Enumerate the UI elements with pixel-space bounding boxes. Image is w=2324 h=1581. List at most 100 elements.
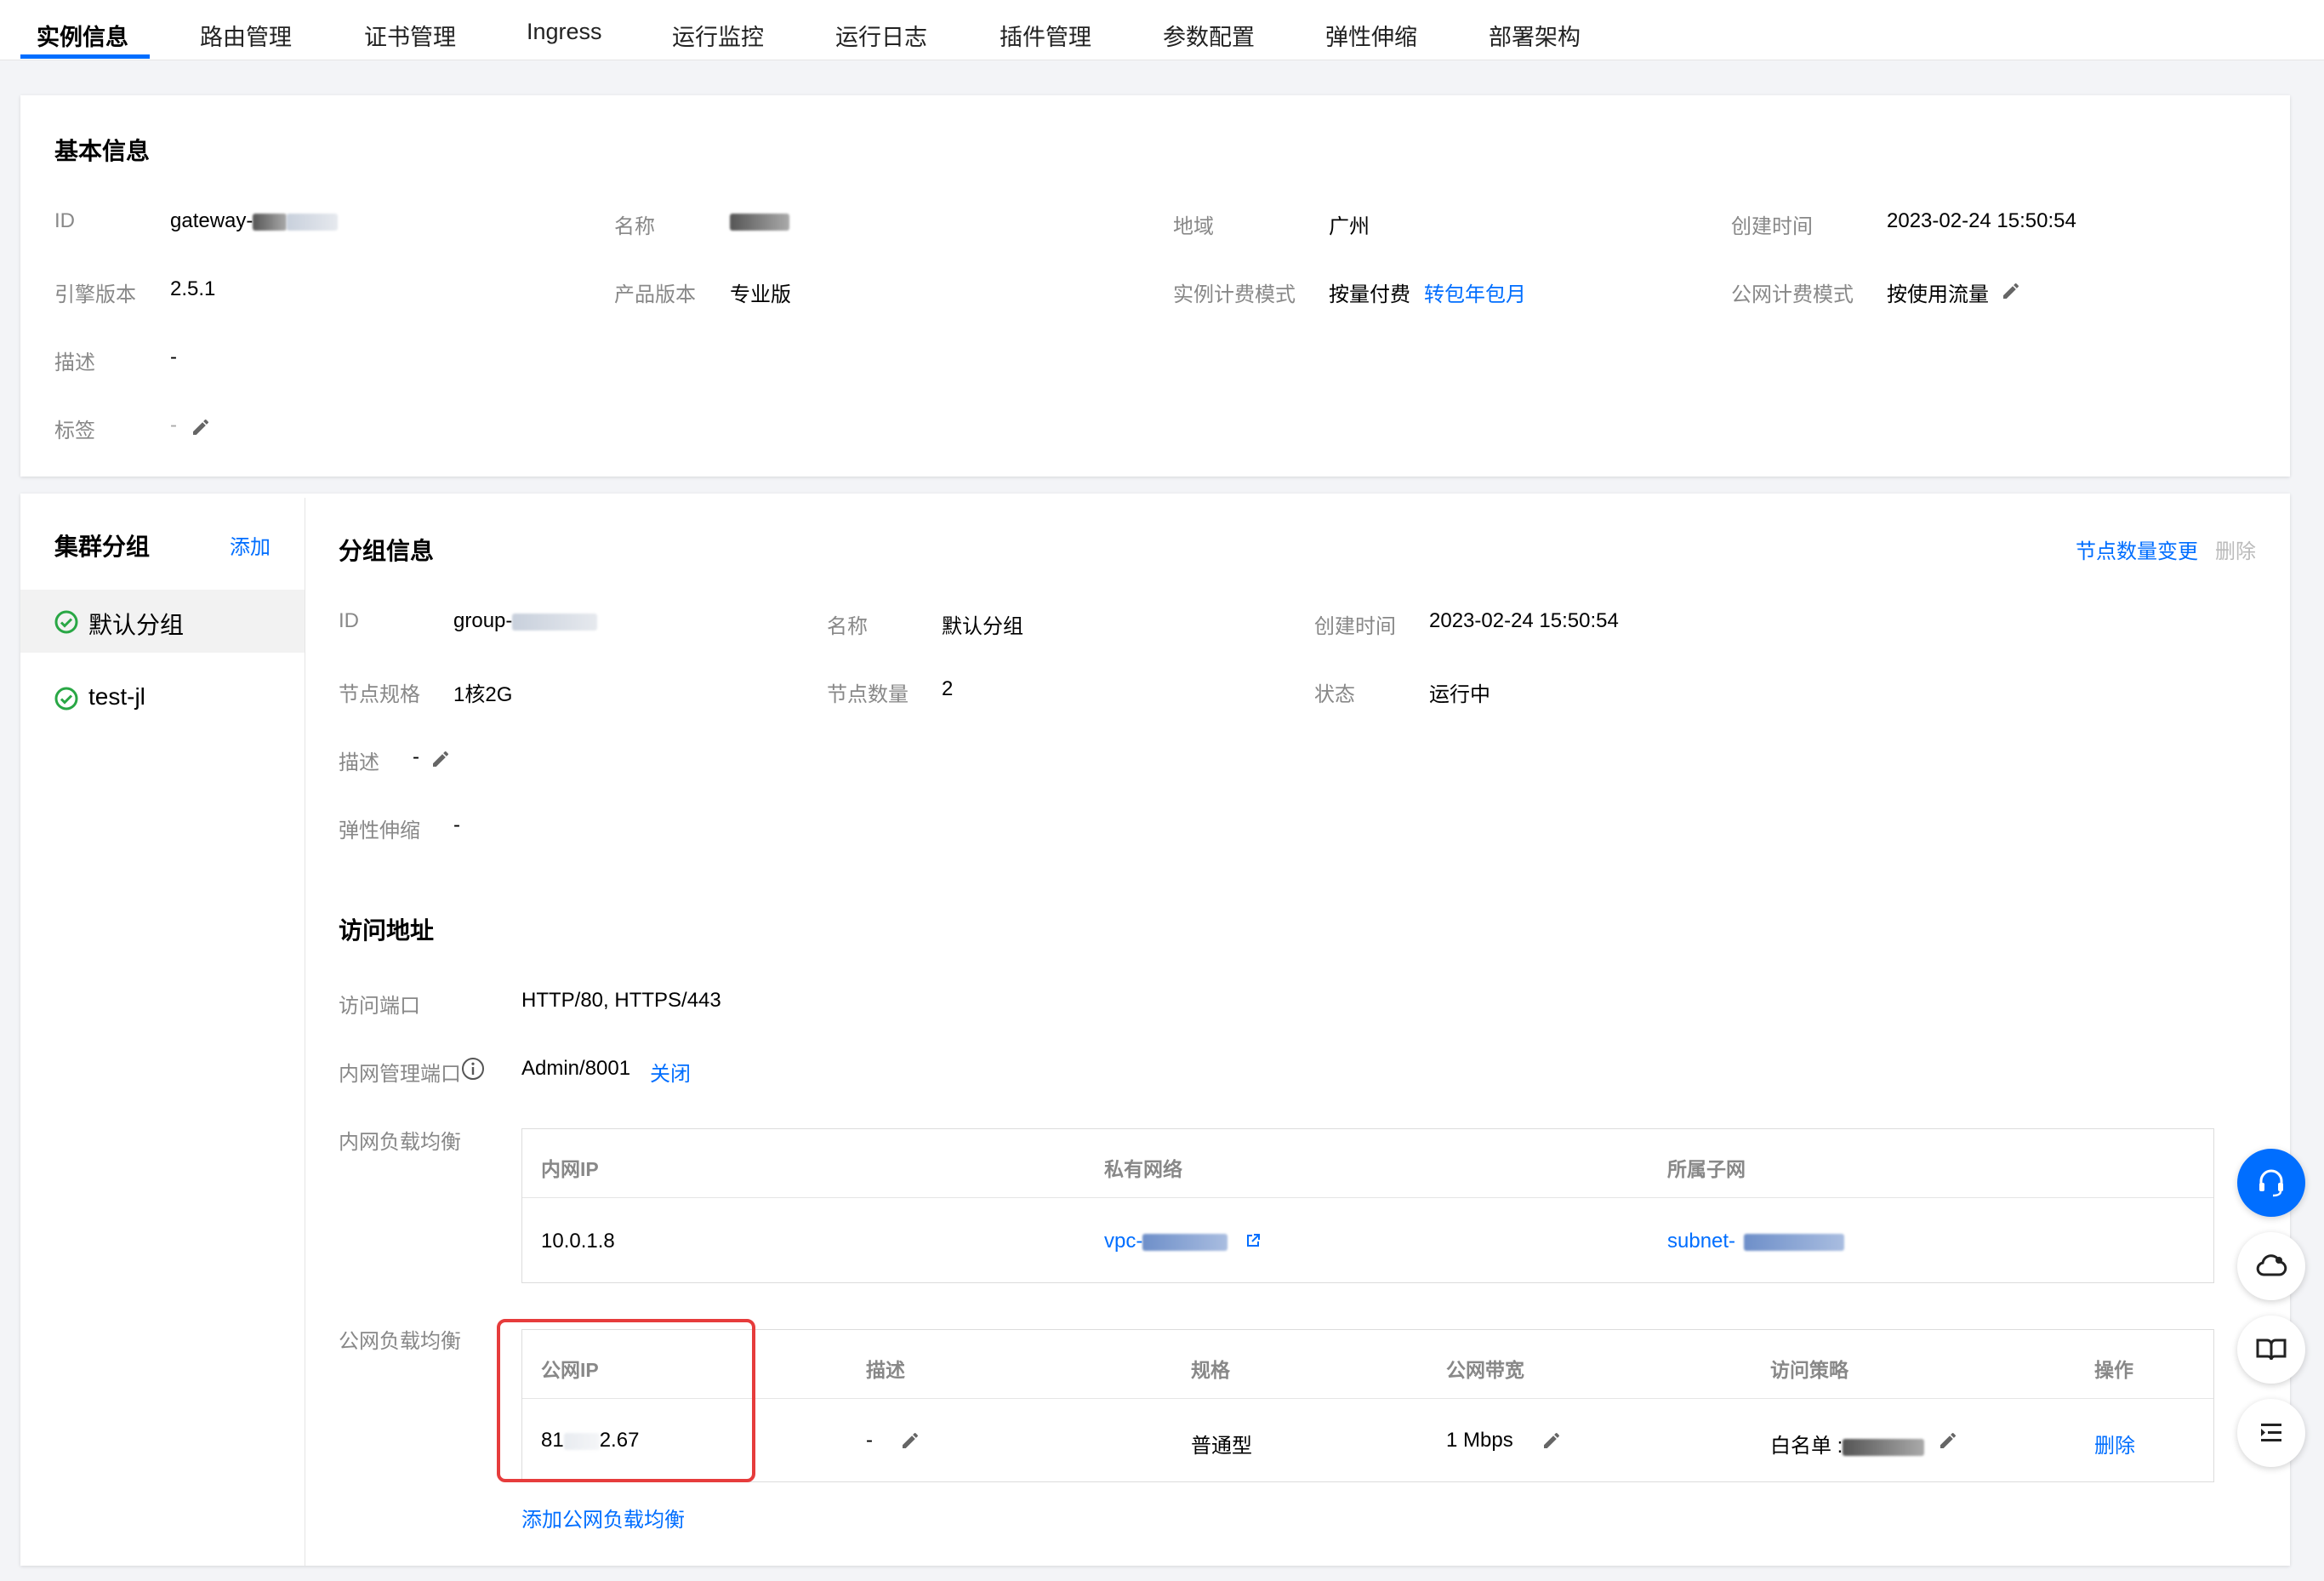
add-group-link[interactable]: 添加	[230, 530, 271, 560]
vpc-link[interactable]: vpc-	[1104, 1230, 1228, 1253]
table-header-row: 内网IP 私有网络 所属子网	[522, 1129, 2213, 1198]
product-edition-label: 产品版本	[614, 283, 696, 306]
edit-bandwidth-pencil-icon[interactable]	[1541, 1430, 1562, 1451]
group-label: test-jl	[88, 683, 145, 710]
cloud-bell-icon	[2256, 1254, 2287, 1276]
net-billing-label: 公网计费模式	[1731, 283, 1854, 306]
col-access-policy: 访问策略	[1770, 1359, 1848, 1381]
billing-mode-value: 按量付费	[1329, 283, 1410, 306]
status-value: 运行中	[1429, 683, 1490, 706]
status-label: 状态	[1314, 683, 1355, 706]
delete-public-lb-link[interactable]: 删除	[2094, 1429, 2135, 1458]
engine-version-value: 2.5.1	[170, 277, 216, 300]
change-node-count-link[interactable]: 节点数量变更	[2076, 534, 2198, 564]
group-desc-value: -	[413, 745, 419, 768]
access-port-value: HTTP/80, HTTPS/443	[521, 989, 721, 1012]
info-icon[interactable]	[461, 1057, 485, 1081]
node-count-label: 节点数量	[827, 683, 909, 706]
access-policy-value: 白名单 :	[1770, 1429, 1925, 1458]
tab-monitoring[interactable]: 运行监控	[672, 19, 764, 52]
admin-port-label: 内网管理端口	[339, 1063, 461, 1086]
cluster-title: 集群分组	[54, 534, 151, 560]
net-billing-value: 按使用流量	[1887, 283, 1989, 306]
scaling-label: 弹性伸缩	[339, 819, 420, 842]
col-description: 描述	[866, 1359, 905, 1381]
docs-button[interactable]	[2237, 1316, 2305, 1384]
public-lb-label: 公网负载均衡	[339, 1330, 461, 1353]
external-link-icon[interactable]	[1244, 1231, 1262, 1250]
col-vpc: 私有网络	[1104, 1158, 1182, 1180]
group-id-label: ID	[339, 609, 359, 632]
access-title: 访问地址	[339, 917, 435, 944]
table-header-row: 公网IP 描述 规格 公网带宽 访问策略 操作	[522, 1330, 2213, 1399]
desc-value: -	[170, 345, 177, 368]
internal-lb-table: 内网IP 私有网络 所属子网 10.0.1.8 vpc- subnet-	[521, 1128, 2214, 1283]
check-circle-icon	[54, 610, 78, 634]
tab-bar: 实例信息 路由管理 证书管理 Ingress 运行监控 运行日志 插件管理 参数…	[0, 0, 2324, 60]
admin-port-value: Admin/8001	[521, 1057, 631, 1080]
support-button[interactable]	[2237, 1149, 2305, 1217]
group-item-default[interactable]: 默认分组	[20, 590, 305, 653]
billing-mode-label: 实例计费模式	[1173, 283, 1296, 306]
basic-info-card: 基本信息 ID gateway- 名称 地域 广州 创建时间 2023-02-2…	[20, 95, 2290, 477]
tab-certificate-management[interactable]: 证书管理	[364, 19, 456, 52]
tab-parameters[interactable]: 参数配置	[1163, 19, 1255, 52]
outline-button[interactable]	[2237, 1399, 2305, 1467]
region-value: 广州	[1329, 215, 1370, 238]
public-lb-table: 公网IP 描述 规格 公网带宽 访问策略 操作 81 2.67 - 普通型 1 M…	[521, 1329, 2214, 1482]
group-name-value: 默认分组	[942, 615, 1023, 638]
col-public-ip: 公网IP	[541, 1359, 599, 1381]
headset-icon	[2259, 1169, 2283, 1197]
tab-route-management[interactable]: 路由管理	[200, 19, 292, 52]
edit-tags-pencil-icon[interactable]	[191, 417, 211, 437]
instance-name	[730, 209, 789, 233]
engine-version-label: 引擎版本	[54, 283, 136, 306]
instance-id: gateway-	[170, 209, 339, 233]
edit-access-policy-pencil-icon[interactable]	[1938, 1430, 1958, 1451]
edit-net-billing-pencil-icon[interactable]	[2001, 281, 2021, 301]
basic-info-title: 基本信息	[54, 138, 151, 164]
subnet-link[interactable]: subnet-	[1667, 1230, 1845, 1253]
internal-lb-label: 内网负载均衡	[339, 1131, 461, 1154]
check-circle-icon	[54, 687, 78, 711]
tab-autoscaling[interactable]: 弹性伸缩	[1325, 19, 1417, 52]
active-tab-indicator	[20, 54, 150, 59]
public-ip-value: 81 2.67	[541, 1429, 640, 1452]
bandwidth-value: 1 Mbps	[1446, 1429, 1513, 1452]
desc-label: 描述	[54, 351, 95, 374]
col-subnet: 所属子网	[1667, 1158, 1746, 1180]
name-label: 名称	[614, 215, 655, 238]
group-id-value: group-	[453, 609, 598, 633]
edit-public-desc-pencil-icon[interactable]	[900, 1430, 920, 1451]
group-name-label: 名称	[827, 615, 868, 638]
tab-logs[interactable]: 运行日志	[835, 19, 927, 52]
group-info-title: 分组信息	[339, 538, 435, 564]
convert-to-monthly-link[interactable]: 转包年包月	[1424, 277, 1526, 307]
col-spec: 规格	[1191, 1359, 1230, 1381]
tab-deployment[interactable]: 部署架构	[1489, 19, 1581, 52]
tab-plugins[interactable]: 插件管理	[1000, 19, 1091, 52]
tab-instance-info[interactable]: 实例信息	[37, 19, 128, 52]
node-count-value: 2	[942, 677, 954, 700]
col-internal-ip: 内网IP	[541, 1158, 599, 1180]
tab-ingress[interactable]: Ingress	[527, 19, 602, 45]
col-bandwidth: 公网带宽	[1446, 1359, 1524, 1381]
delete-group-link[interactable]: 删除	[2215, 534, 2256, 564]
list-indent-icon	[2261, 1424, 2281, 1441]
region-label: 地域	[1173, 215, 1214, 238]
public-spec-value: 普通型	[1191, 1435, 1252, 1458]
group-created-value: 2023-02-24 15:50:54	[1429, 609, 1619, 632]
book-icon	[2256, 1338, 2287, 1361]
group-item-test-jl[interactable]: test-jl	[20, 666, 305, 729]
node-spec-label: 节点规格	[339, 683, 420, 706]
product-edition-value: 专业版	[730, 283, 791, 306]
tags-value: -	[170, 414, 177, 437]
col-actions: 操作	[2094, 1359, 2133, 1381]
add-public-lb-link[interactable]: 添加公网负载均衡	[521, 1503, 685, 1532]
edit-group-desc-pencil-icon[interactable]	[430, 749, 451, 769]
group-label: 默认分组	[88, 612, 185, 638]
id-label: ID	[54, 209, 75, 232]
cloud-notify-button[interactable]	[2237, 1232, 2305, 1300]
close-admin-port-link[interactable]: 关闭	[650, 1057, 691, 1087]
cluster-sidebar: 集群分组 添加 默认分组 test-jl	[20, 498, 305, 1566]
